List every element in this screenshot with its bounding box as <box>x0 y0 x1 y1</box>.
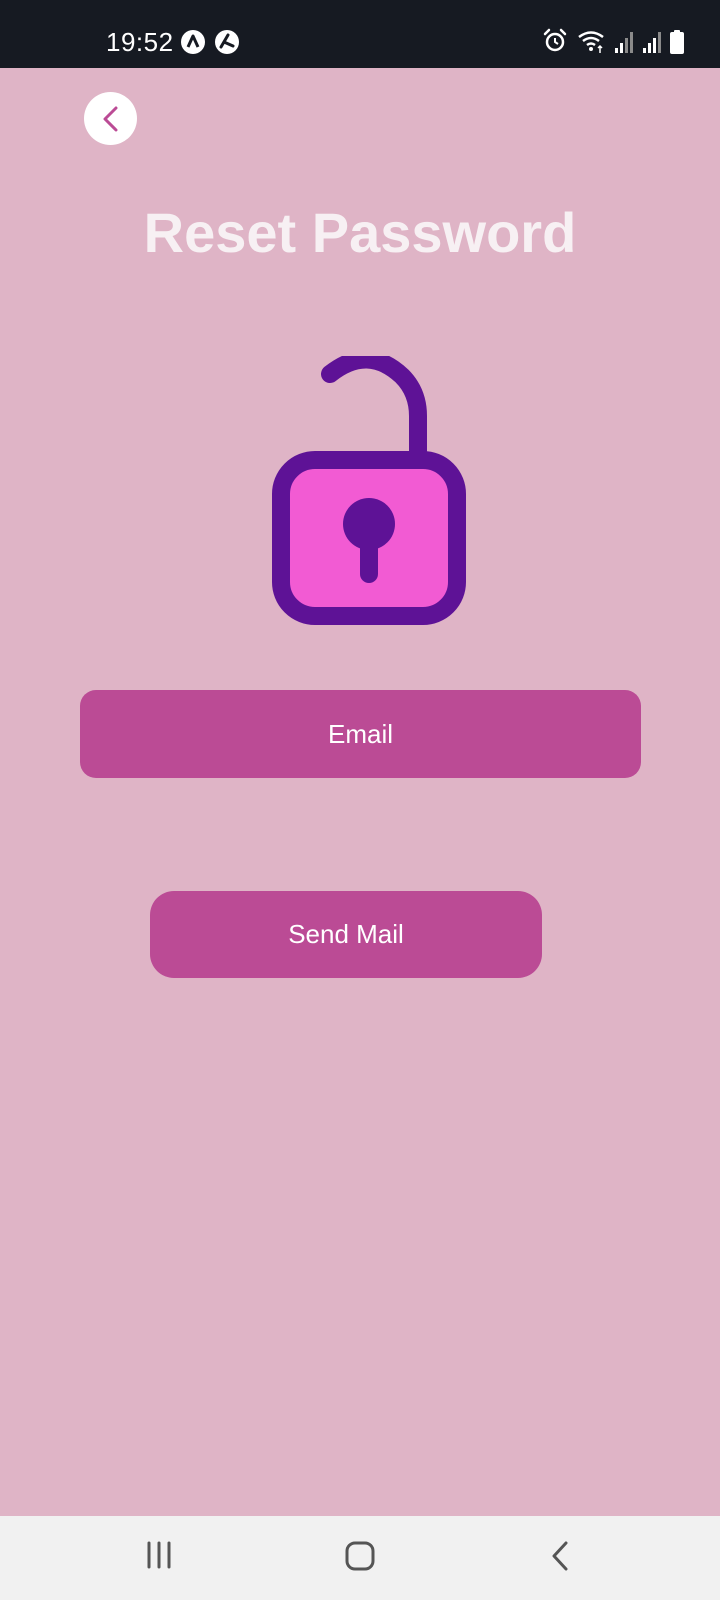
status-time: 19:52 <box>106 27 174 57</box>
notification-a-icon <box>181 30 205 54</box>
recents-icon[interactable] <box>144 1540 174 1570</box>
unlocked-padlock-icon <box>272 356 466 625</box>
back-icon[interactable] <box>548 1540 572 1572</box>
status-bar: 19:52 <box>0 0 720 68</box>
send-mail-button[interactable]: Send Mail <box>150 891 542 978</box>
email-field[interactable] <box>80 690 641 778</box>
back-button[interactable] <box>84 92 137 145</box>
signal-icon <box>643 32 661 53</box>
chevron-left-icon <box>103 106 117 131</box>
reset-password-screen: Reset Password Send Mail <box>0 68 720 1516</box>
wifi-icon <box>578 31 604 53</box>
alarm-icon <box>543 28 567 52</box>
send-mail-label: Send Mail <box>288 919 404 949</box>
status-notifications <box>180 29 240 55</box>
home-icon[interactable] <box>344 1540 376 1572</box>
notification-b-icon <box>215 30 239 54</box>
battery-icon <box>670 30 684 54</box>
status-system-icons <box>542 28 684 54</box>
page-title: Reset Password <box>143 201 577 264</box>
signal-icon <box>615 32 633 53</box>
system-nav-bar <box>0 1516 720 1600</box>
